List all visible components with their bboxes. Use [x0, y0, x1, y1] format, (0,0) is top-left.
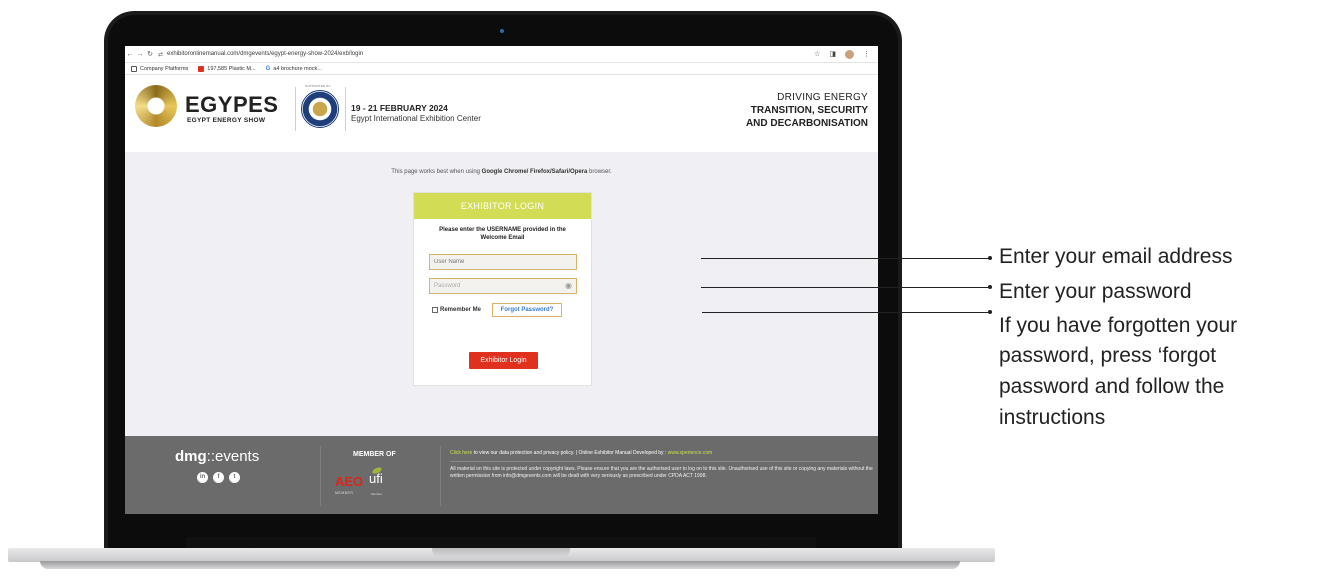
annotation-dot [988, 310, 992, 314]
linkedin-icon[interactable]: in [197, 472, 208, 483]
folder-icon [131, 65, 137, 72]
reload-icon[interactable]: ↻ [145, 50, 155, 58]
toolbar-actions: ☆ ◨ ⋮ [814, 49, 870, 59]
site-header: EGYPES EGYPT ENERGY SHOW SUPPORTED BY 19… [125, 75, 878, 152]
annotation-email: Enter your email address [999, 245, 1233, 268]
stage: ← → ↻ ⇄ exhibitoronlinemanual.com/dmgeve… [0, 0, 1332, 579]
laptop-base-bottom [40, 561, 960, 569]
login-instructions: Please enter the USERNAME provided in th… [439, 227, 566, 241]
annotation-dot [988, 285, 992, 289]
dmg-events-logo: dmg::events [175, 448, 260, 465]
site-footer: dmg::events in f t MEMBER OF AEO MEMBER … [125, 436, 878, 514]
bookmark-star-icon[interactable]: ☆ [814, 50, 820, 58]
ministry-seal-icon [301, 90, 339, 128]
tagline-line-1: DRIVING ENERGY [777, 92, 868, 103]
annotation-line-email [701, 258, 990, 259]
side-panel-icon[interactable]: ◨ [829, 50, 836, 58]
egypes-logo-icon [135, 85, 177, 127]
forgot-password-link[interactable]: Forgot Password? [492, 303, 562, 317]
exhibitor-login-button[interactable]: Exhibitor Login [469, 352, 538, 369]
footer-rule [450, 461, 860, 462]
back-icon[interactable]: ← [125, 51, 135, 58]
eye-icon[interactable]: ◉ [565, 279, 572, 293]
forward-icon[interactable]: → [135, 51, 145, 58]
twitter-icon[interactable]: t [229, 472, 240, 483]
password-field[interactable]: Password ◉ [429, 278, 577, 294]
annotation-forgot-line-4: instructions [999, 406, 1106, 429]
remember-me[interactable]: Remember Me [432, 307, 481, 313]
footer-links: Click here to view our data protection a… [450, 450, 713, 456]
favicon-icon [198, 65, 205, 72]
seal-label: SUPPORTED BY [305, 84, 331, 88]
annotation-forgot-line-3: password and follow the [999, 375, 1225, 398]
bookmarks-bar: Company Platforms 197,585 Plastic M... G… [125, 63, 878, 75]
tagline-line-2: TRANSITION, SECURITY [750, 105, 868, 116]
screen: ← → ↻ ⇄ exhibitoronlinemanual.com/dmgeve… [125, 46, 878, 514]
login-card-title: EXHIBITOR LOGIN [414, 193, 591, 219]
facebook-icon[interactable]: f [213, 472, 224, 483]
browser-notice: This page works best when using Google C… [391, 169, 612, 175]
username-input[interactable] [429, 254, 577, 270]
bookmark-plastic[interactable]: 197,585 Plastic M... [198, 65, 256, 72]
header-divider [345, 87, 346, 131]
logo-subtitle: EGYPT ENERGY SHOW [187, 117, 266, 124]
camera-icon [500, 29, 504, 33]
remember-checkbox[interactable] [432, 307, 438, 313]
menu-icon[interactable]: ⋮ [863, 50, 870, 58]
password-placeholder: Password [434, 283, 461, 289]
annotation-forgot-line-1: If you have forgotten your [999, 314, 1238, 337]
aeo-member-label: MEMBER [335, 491, 354, 495]
google-icon: G [265, 65, 271, 72]
copyright-notice: All material on this site is protected u… [450, 466, 873, 479]
header-divider [295, 87, 296, 131]
ufi-member-label: Member [371, 492, 383, 496]
annotation-line-password [701, 287, 990, 288]
annotation-password: Enter your password [999, 280, 1192, 303]
login-card: EXHIBITOR LOGIN Please enter the USERNAM… [413, 192, 592, 386]
developer-link[interactable]: www.xperience.com [668, 450, 712, 456]
member-of-label: MEMBER OF [353, 451, 396, 458]
annotation-forgot-line-2: password, press ‘forgot [999, 344, 1217, 367]
remember-label: Remember Me [440, 307, 482, 313]
social-links: in f t [197, 472, 240, 483]
address-bar[interactable]: ⇄ exhibitoronlinemanual.com/dmgevents/eg… [158, 49, 814, 60]
event-venue: Egypt International Exhibition Center [351, 114, 481, 123]
event-date: 19 - 21 FEBRUARY 2024 [351, 103, 448, 113]
site-info-icon[interactable]: ⇄ [158, 51, 163, 58]
laptop-notch [432, 548, 570, 557]
laptop-chin [186, 537, 816, 548]
footer-divider [320, 446, 321, 506]
annotation-dot [988, 256, 992, 260]
aeo-logo: AEO [335, 474, 364, 489]
url-text: exhibitoronlinemanual.com/dmgevents/egyp… [167, 51, 364, 57]
tagline-line-3: AND DECARBONISATION [745, 118, 868, 129]
footer-divider [440, 446, 441, 506]
profile-avatar[interactable] [845, 49, 854, 59]
bookmark-brochure[interactable]: G a4 brochure mock... [266, 66, 322, 72]
bookmark-company-platforms[interactable]: Company Platforms [131, 65, 188, 72]
annotation-line-forgot [702, 312, 990, 313]
browser-toolbar: ← → ↻ ⇄ exhibitoronlinemanual.com/dmgeve… [125, 46, 878, 63]
logo-title: EGYPES [185, 92, 279, 117]
ufi-logo: ufi [369, 471, 383, 486]
privacy-link[interactable]: Click here [450, 450, 472, 456]
